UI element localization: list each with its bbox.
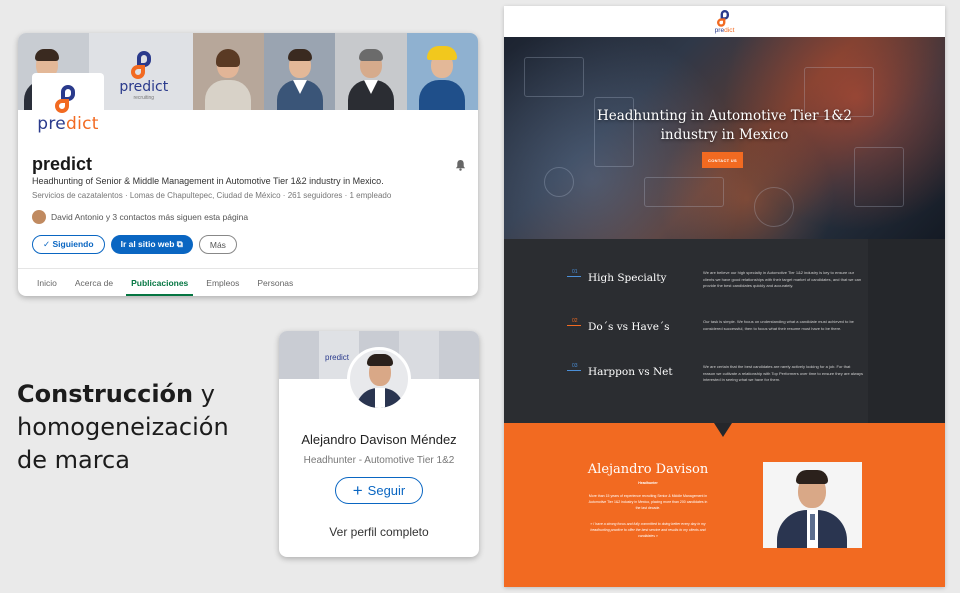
headline-line-1: Construcción y <box>17 380 215 408</box>
banner-logo-subtext: recruiting <box>133 95 155 101</box>
about-photo <box>763 462 862 548</box>
feature-text: We are believe our high specialty in Aut… <box>703 270 862 288</box>
predict-logo-icon <box>716 9 733 27</box>
section-divider-notch <box>714 423 732 437</box>
banner-photo <box>439 331 479 379</box>
company-logo[interactable]: predict <box>34 75 102 143</box>
linkedin-company-card: predict recruiting predict predict Headh… <box>18 33 478 296</box>
slide-headline: Construcción y homogeneización de marca <box>17 378 229 477</box>
banner-logo-text: predict <box>119 79 169 95</box>
profile-avatar[interactable] <box>347 347 411 411</box>
visit-website-button[interactable]: Ir al sitio web ⧉ <box>110 235 193 254</box>
plus-icon: + <box>352 481 363 500</box>
linkedin-profile-card: predict Alejandro Davison Méndez Headhun… <box>279 331 479 557</box>
follow-label: Seguir <box>367 483 406 498</box>
followers-row: David Antonio y 3 contactos más siguen e… <box>32 210 248 224</box>
company-logo-text: predict <box>37 113 99 134</box>
banner-photo <box>279 331 319 379</box>
tab-inicio[interactable]: Inicio <box>28 269 66 296</box>
company-tagline: Headhunting of Senior & Middle Managemen… <box>32 176 384 186</box>
feature-text: Our task is simple. We focus on understa… <box>703 319 854 331</box>
feature-title: Do´s vs Have´s <box>588 321 670 333</box>
company-actions: ✓ Siguiendo Ir al sitio web ⧉ Más <box>32 235 237 254</box>
site-header: predict <box>504 6 945 37</box>
tab-publicaciones[interactable]: Publicaciones <box>122 269 197 296</box>
about-bio: More than 15 years of experience recruit… <box>588 494 708 510</box>
about-name: Alejandro Davison <box>587 462 709 477</box>
headline-line-2: homogeneización <box>17 413 229 441</box>
banner-photo <box>192 33 265 110</box>
company-name: predict <box>32 154 93 174</box>
feature-title: Harppon vs Net <box>588 366 673 378</box>
company-tabs: Inicio Acerca de Publicaciones Empleos P… <box>18 268 478 296</box>
site-logo[interactable]: predict <box>715 9 734 34</box>
headline-line-3: de marca <box>17 446 130 474</box>
view-full-profile-link[interactable]: Ver perfil completo <box>279 525 479 539</box>
avatar <box>32 210 46 224</box>
profile-headline: Headhunter - Automotive Tier 1&2 <box>303 455 455 466</box>
banner-photo <box>335 33 407 110</box>
tab-empleos[interactable]: Empleos <box>197 269 248 296</box>
tab-acerca-de[interactable]: Acerca de <box>66 269 122 296</box>
about-quote: « I have a strong focus and fully commit… <box>590 522 706 538</box>
company-meta: Servicios de cazatalentos · Lomas de Cha… <box>32 191 392 200</box>
about-section: Alejandro Davison Headhunter More than 1… <box>504 423 945 587</box>
contact-us-button[interactable]: CONTACT US <box>702 152 743 168</box>
feature-text: We are certain that the best candidates … <box>703 364 864 382</box>
tab-personas[interactable]: Personas <box>248 269 302 296</box>
profile-name: Alejandro Davison Méndez <box>301 432 457 447</box>
predict-logo-icon <box>55 84 81 113</box>
hero-section: Headhunting in Automotive Tier 1&2 indus… <box>504 37 945 239</box>
features-section: 01 High Specialty We are believe our hig… <box>504 239 945 423</box>
follow-button[interactable]: + Seguir <box>335 477 423 504</box>
followers-text: David Antonio y 3 contactos más siguen e… <box>51 212 249 222</box>
feature-title: High Specialty <box>588 272 667 284</box>
following-button[interactable]: ✓ Siguiendo <box>32 235 105 254</box>
banner-photo <box>264 33 336 110</box>
more-button[interactable]: Más <box>198 235 237 254</box>
about-role: Headhunter <box>638 481 658 485</box>
hero-title: Headhunting in Automotive Tier 1&2 indus… <box>596 108 853 143</box>
predict-logo-icon <box>130 51 157 79</box>
banner-photo <box>406 33 478 110</box>
bell-icon[interactable] <box>455 159 466 171</box>
website-mockup: predict Headhunting in Automotive Tier 1… <box>504 6 945 587</box>
banner-logo-panel: predict recruiting <box>89 33 193 110</box>
